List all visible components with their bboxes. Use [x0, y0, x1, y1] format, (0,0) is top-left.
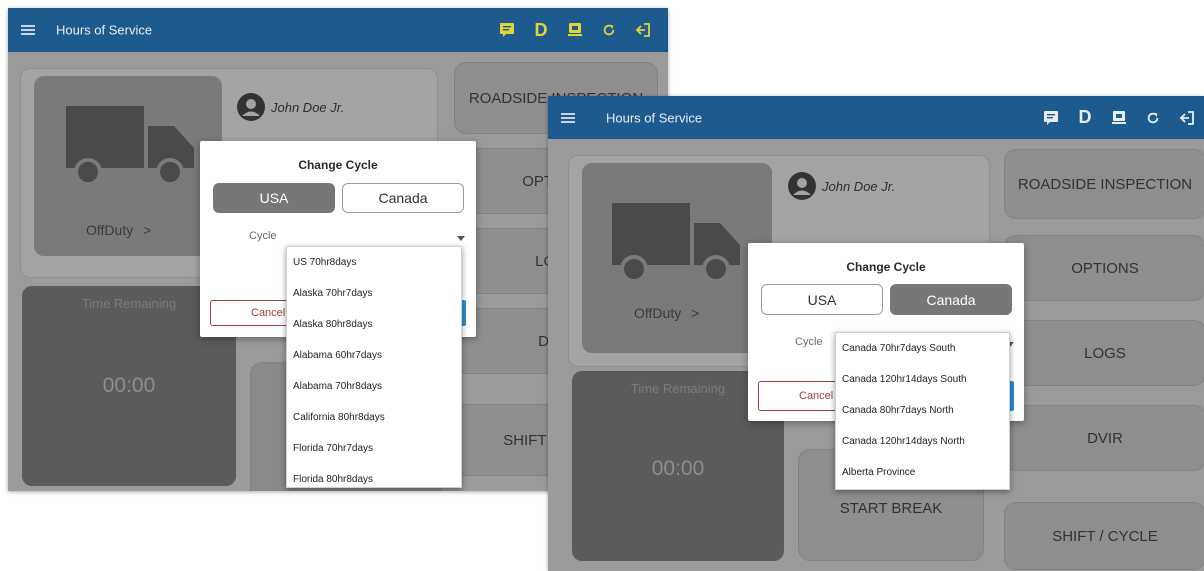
driver-info: John Doe Jr. [788, 172, 895, 200]
truck-icon [66, 106, 194, 186]
cycle-dropdown[interactable]: US 70hr8days Alaska 70hr7days Alaska 80h… [286, 246, 462, 488]
menu-icon[interactable] [21, 25, 35, 35]
cycle-option[interactable]: Alabama 60hr7days [287, 340, 461, 371]
app-title: Hours of Service [606, 110, 703, 125]
chevron-down-icon [457, 236, 465, 241]
tab-canada[interactable]: Canada [342, 183, 464, 213]
message-icon[interactable] [1034, 107, 1068, 129]
driver-name: John Doe Jr. [271, 99, 345, 115]
dialog-title: Change Cycle [846, 260, 926, 274]
cycle-option[interactable]: Canada 80hr7days North [836, 395, 1009, 426]
cycle-label: Cycle [795, 336, 823, 348]
cycle-option[interactable]: California 80hr8days [287, 402, 461, 433]
logout-icon[interactable] [1170, 107, 1204, 129]
cycle-option[interactable]: Alabama 70hr8days [287, 371, 461, 402]
options-button[interactable]: OPTIONS [1004, 235, 1204, 301]
tab-canada[interactable]: Canada [890, 284, 1012, 315]
time-remaining-value: 00:00 [651, 457, 705, 480]
time-remaining-value: 00:00 [102, 374, 156, 397]
message-icon[interactable] [490, 19, 524, 41]
cycle-option[interactable]: Alaska 80hr8days [287, 309, 461, 340]
eld-device-icon[interactable] [558, 19, 592, 41]
app-bar: Hours of Service D [548, 96, 1204, 139]
logout-icon[interactable] [626, 19, 660, 41]
eld-device-icon[interactable] [1102, 107, 1136, 129]
roadside-inspection-button[interactable]: ROADSIDE INSPECTION [1004, 149, 1204, 219]
dvir-button[interactable]: DVIR [1004, 405, 1204, 471]
cycle-option[interactable]: Canada 70hr7days South [836, 333, 1009, 364]
dashboard: OffDuty > John Doe Jr. Time Remaining 00… [548, 139, 1204, 571]
driver-info: John Doe Jr. [237, 93, 344, 121]
menu-icon[interactable] [561, 112, 575, 123]
refresh-icon[interactable] [1136, 107, 1170, 129]
cycle-option[interactable]: US 70hr8days [287, 247, 461, 278]
dialog-title: Change Cycle [298, 158, 378, 172]
driver-avatar-icon [788, 172, 816, 200]
screenshot-canada-cycle: Hours of Service D OffDuty > John Doe Jr… [548, 96, 1204, 571]
cycle-option[interactable]: Alaska 70hr7days [287, 278, 461, 309]
status-tile[interactable]: OffDuty > [582, 163, 772, 353]
refresh-icon[interactable] [592, 19, 626, 41]
cycle-option[interactable]: Florida 70hr7days [287, 433, 461, 464]
cycle-option[interactable]: Canada 120hr14days South [836, 364, 1009, 395]
duty-status: OffDuty > [634, 305, 700, 321]
truck-icon [612, 203, 740, 283]
driver-name: John Doe Jr. [822, 178, 896, 194]
app-bar: Hours of Service D [8, 8, 668, 52]
logs-button[interactable]: LOGS [1004, 320, 1204, 386]
shift-cycle-button[interactable]: SHIFT / CYCLE [1004, 502, 1204, 570]
d-indicator[interactable]: D [1068, 107, 1102, 129]
cycle-label: Cycle [249, 230, 277, 242]
cycle-dropdown[interactable]: Canada 70hr7days South Canada 120hr14day… [835, 332, 1010, 490]
cycle-option[interactable]: Florida 80hr8days [287, 464, 461, 487]
app-title: Hours of Service [56, 22, 153, 38]
duty-status: OffDuty > [86, 222, 152, 238]
driver-avatar-icon [237, 93, 265, 121]
status-tile[interactable]: OffDuty > [34, 76, 222, 256]
tab-usa[interactable]: USA [761, 284, 883, 315]
tab-usa[interactable]: USA [213, 183, 335, 213]
d-indicator[interactable]: D [524, 19, 558, 41]
cycle-option[interactable]: Canada 120hr14days North [836, 426, 1009, 457]
cycle-option[interactable]: Alberta Province [836, 457, 1009, 488]
